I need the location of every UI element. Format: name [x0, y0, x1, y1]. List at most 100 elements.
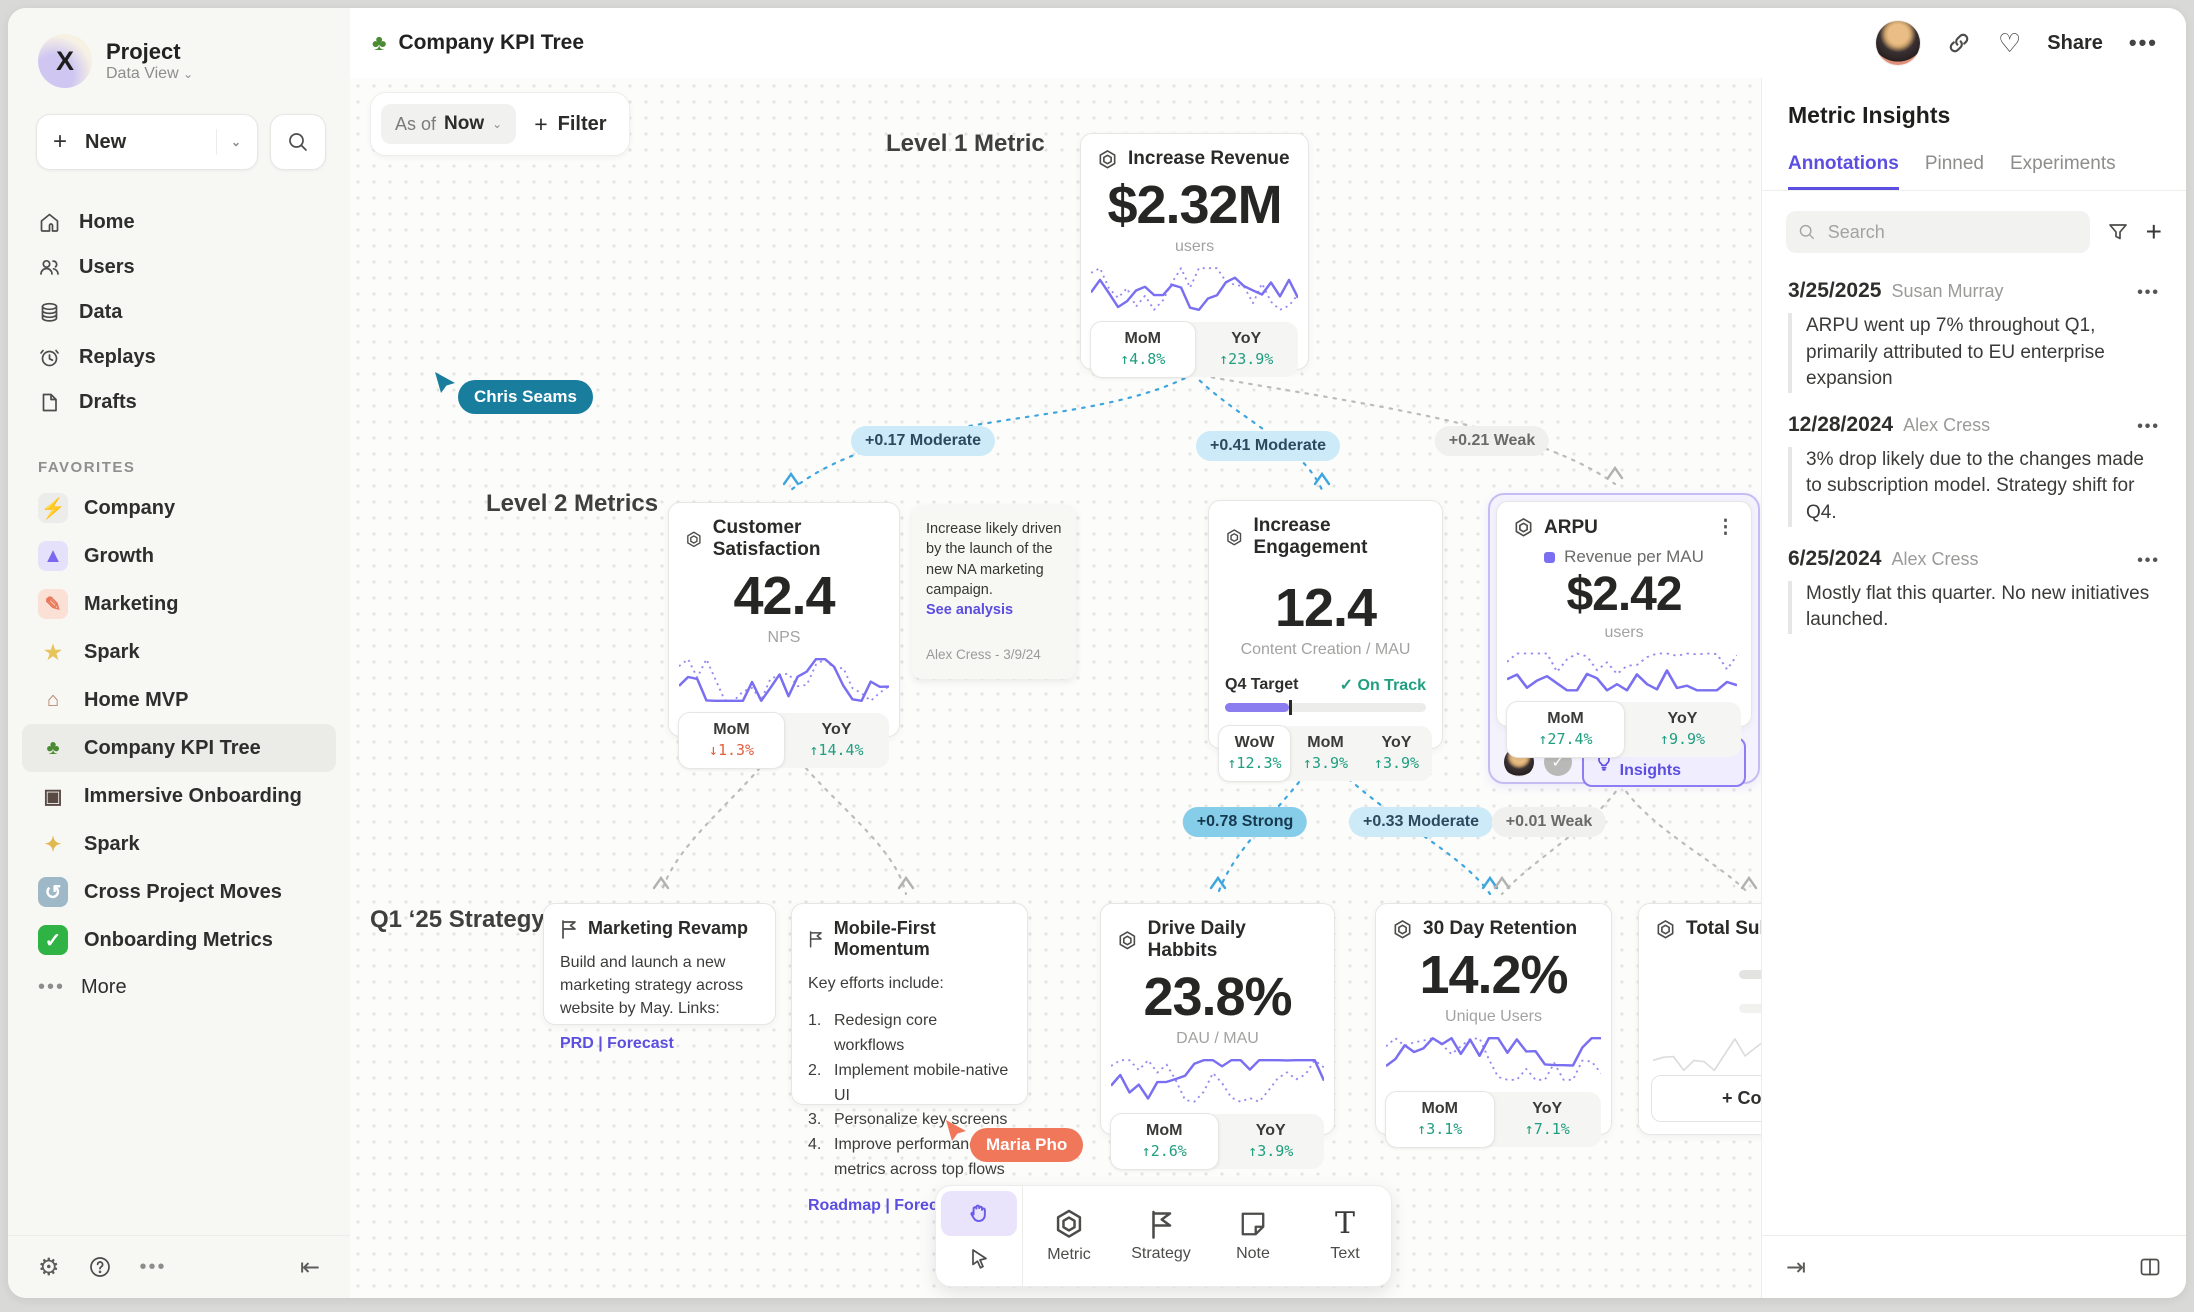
project-name: Project	[106, 39, 193, 64]
favorite-growth[interactable]: ▲Growth	[22, 532, 336, 580]
favorite-heart-icon[interactable]: ♡	[1998, 28, 2021, 59]
search-button[interactable]	[270, 114, 326, 170]
hand-tool-button[interactable]	[941, 1191, 1017, 1236]
more-options-icon[interactable]: •••	[140, 1256, 167, 1279]
favorite-cross-project-moves[interactable]: ↺Cross Project Moves	[22, 868, 336, 916]
legend-swatch	[1544, 552, 1555, 563]
favorite-marketing[interactable]: ✎Marketing	[22, 580, 336, 628]
add-annotation-icon[interactable]: +	[2146, 216, 2162, 248]
share-button[interactable]: Share	[2047, 32, 2103, 55]
metric-hexagon-icon	[1225, 527, 1243, 548]
edge-label-moderate[interactable]: +0.41 Moderate	[1196, 431, 1340, 461]
node-increase-revenue[interactable]: Increase Revenue $2.32M users MoM↑4.8% Y…	[1080, 133, 1309, 370]
copy-link-icon[interactable]	[1946, 30, 1972, 56]
edge-label-moderate[interactable]: +0.33 Moderate	[1349, 807, 1493, 837]
metric-tool-button[interactable]: Metric	[1023, 1186, 1115, 1286]
annotation-menu-icon[interactable]: •••	[2137, 284, 2160, 302]
annotation-item[interactable]: 12/28/2024 Alex Cress ••• 3% drop likely…	[1762, 393, 2186, 527]
edge-label-moderate[interactable]: +0.17 Moderate	[851, 426, 995, 456]
text-tool-button[interactable]: T Text	[1299, 1186, 1391, 1286]
sidebar-item-data[interactable]: Data	[22, 290, 336, 335]
node-total-subscriptions[interactable]: Total Subscript + Connec	[1638, 903, 1762, 1135]
annotation-menu-icon[interactable]: •••	[2137, 552, 2160, 570]
filter-button[interactable]: Filter	[558, 113, 607, 136]
search-input[interactable]	[1826, 221, 2078, 244]
node-arpu[interactable]: ARPU⋮ Revenue per MAU $2.42 users MoM↑27…	[1496, 501, 1752, 727]
sparkline-chart	[1091, 262, 1298, 314]
stat-mom[interactable]: MoM↑3.1%	[1385, 1091, 1495, 1148]
strategy-note-marketing-revamp[interactable]: Marketing Revamp Build and launch a new …	[543, 903, 776, 1025]
favorite-onboarding-metrics[interactable]: ✓Onboarding Metrics	[22, 916, 336, 964]
stat-mom[interactable]: MoM↑27.4%	[1506, 701, 1625, 758]
strategy-note-mobile-first[interactable]: Mobile-First Momentum Key efforts includ…	[791, 903, 1028, 1105]
metric-value: $2.32M	[1081, 174, 1308, 236]
stat-wow[interactable]: WoW↑12.3%	[1218, 725, 1291, 782]
favorite-spark-2[interactable]: ✦Spark	[22, 820, 336, 868]
edge-label-weak[interactable]: +0.21 Weak	[1435, 426, 1549, 456]
cyclone-icon: ↺	[38, 877, 68, 907]
sidebar-item-drafts[interactable]: Drafts	[22, 380, 336, 425]
annotation-menu-icon[interactable]: •••	[2137, 418, 2160, 436]
split-view-icon[interactable]	[2138, 1255, 2162, 1279]
kpi-tree-canvas[interactable]: As ofNow⌄ + Filter Level 1 Metric Level …	[350, 78, 1762, 1298]
flag-icon	[808, 929, 824, 949]
new-button[interactable]: + New ⌄	[36, 114, 258, 170]
metric-value: $2.42	[1497, 567, 1751, 622]
filter-funnel-icon[interactable]	[2106, 220, 2130, 244]
collapse-sidebar-icon[interactable]: ⇤	[300, 1253, 320, 1282]
canvas-annotation-note[interactable]: Increase likely driven by the launch of …	[912, 505, 1076, 679]
metric-hexagon-icon	[685, 529, 703, 550]
strategy-tool-button[interactable]: Strategy	[1115, 1186, 1207, 1286]
sidebar-item-home[interactable]: Home	[22, 200, 336, 245]
annotation-item[interactable]: 3/25/2025 Susan Murray ••• ARPU went up …	[1762, 259, 2186, 393]
node-30-day-retention[interactable]: 30 Day Retention 14.2% Unique Users MoM↑…	[1375, 903, 1612, 1135]
stat-mom[interactable]: MoM↑2.6%	[1110, 1113, 1219, 1170]
metric-insights-panel: Metric Insights Annotations Pinned Exper…	[1761, 78, 2186, 1298]
sidebar-item-users[interactable]: Users	[22, 245, 336, 290]
connect-button[interactable]: + Connec	[1651, 1075, 1762, 1122]
annotation-item[interactable]: 6/25/2024 Alex Cress ••• Mostly flat thi…	[1762, 527, 2186, 634]
node-arpu-selected[interactable]: ARPU⋮ Revenue per MAU $2.42 users MoM↑27…	[1488, 493, 1760, 784]
collapse-panel-icon[interactable]: ⇥	[1786, 1253, 1806, 1282]
chevron-down-icon[interactable]: ⌄	[231, 135, 241, 149]
user-avatar[interactable]	[1876, 21, 1920, 65]
as-of-selector[interactable]: As ofNow⌄	[381, 104, 516, 144]
tab-experiments[interactable]: Experiments	[2010, 153, 2116, 190]
note-links[interactable]: PRD | Forecast	[544, 1021, 775, 1067]
select-tool-button[interactable]	[941, 1236, 1017, 1281]
bolt-icon: ⚡	[38, 493, 68, 523]
favorites-more[interactable]: •••More	[8, 964, 350, 1011]
sidebar-item-replays[interactable]: Replays	[22, 335, 336, 380]
stat-mom[interactable]: MoM↑4.8%	[1090, 321, 1196, 378]
stat-mom[interactable]: MoM↑3.9%	[1290, 726, 1361, 781]
help-icon[interactable]	[88, 1255, 112, 1279]
favorite-company[interactable]: ⚡Company	[22, 484, 336, 532]
stat-yoy[interactable]: YoY↑9.9%	[1624, 702, 1741, 757]
tab-pinned[interactable]: Pinned	[1925, 153, 1984, 190]
annotation-search[interactable]	[1786, 211, 2090, 253]
note-tool-button[interactable]: Note	[1207, 1186, 1299, 1286]
edge-label-weak[interactable]: +0.01 Weak	[1492, 807, 1606, 837]
stat-yoy[interactable]: YoY↑7.1%	[1494, 1092, 1602, 1147]
project-switcher[interactable]: X Project Data View ⌄	[8, 8, 350, 96]
favorite-immersive-onboarding[interactable]: ▣Immersive Onboarding	[22, 772, 336, 820]
node-menu-icon[interactable]: ⋮	[1716, 516, 1735, 539]
node-drive-daily-habbits[interactable]: Drive Daily Habbits 23.8% DAU / MAU MoM↑…	[1100, 903, 1335, 1135]
stat-mom[interactable]: MoM↓1.3%	[678, 712, 785, 769]
stat-yoy[interactable]: YoY↑3.9%	[1218, 1114, 1325, 1169]
edge-label-strong[interactable]: +0.78 Strong	[1183, 807, 1307, 837]
favorite-company-kpi-tree[interactable]: ♣Company KPI Tree	[22, 724, 336, 772]
more-menu-icon[interactable]: •••	[2129, 30, 2158, 56]
stat-yoy[interactable]: YoY↑14.4%	[784, 713, 889, 768]
settings-gear-icon[interactable]: ⚙	[38, 1253, 60, 1282]
favorite-spark[interactable]: ★Spark	[22, 628, 336, 676]
stat-yoy[interactable]: YoY↑3.9%	[1361, 726, 1432, 781]
node-increase-engagement[interactable]: Increase Engagement 12.4 Content Creatio…	[1208, 500, 1443, 749]
tab-annotations[interactable]: Annotations	[1788, 153, 1899, 190]
project-view[interactable]: Data View ⌄	[106, 65, 193, 83]
see-analysis-link[interactable]: See analysis	[926, 602, 1013, 618]
node-customer-satisfaction[interactable]: Customer Satisfaction 42.4 NPS MoM↓1.3% …	[668, 502, 900, 737]
metric-hexagon-icon	[1117, 930, 1138, 951]
stat-yoy[interactable]: YoY↑23.9%	[1195, 322, 1299, 377]
favorite-home-mvp[interactable]: ⌂Home MVP	[22, 676, 336, 724]
